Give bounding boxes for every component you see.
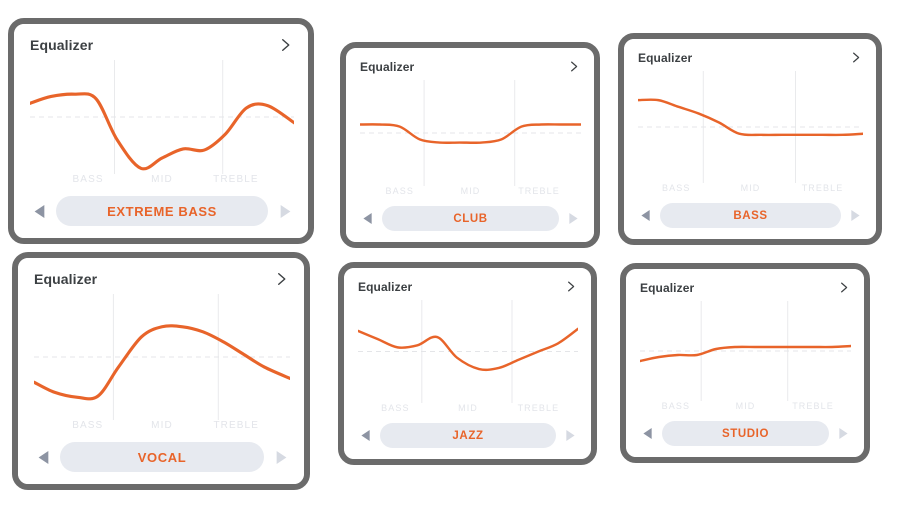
equalizer-card-club[interactable]: Equalizer BASS MID TREBLE CLUB [340,42,600,248]
preset-selector: CLUB [360,206,581,231]
axis-label-mid: MID [151,420,173,431]
axis-label-mid: MID [460,186,481,196]
triangle-right-icon[interactable] [847,203,863,228]
axis-label-mid: MID [458,403,478,413]
eq-curve-graph [34,294,290,420]
chevron-right-icon[interactable] [566,59,581,74]
triangle-right-icon[interactable] [835,421,851,446]
card-title: Equalizer [640,280,695,295]
card-header: Equalizer [358,279,578,294]
axis-label-bass: BASS [385,186,414,196]
axis-label-treble: TREBLE [801,183,844,193]
axis-label-bass: BASS [72,420,104,431]
axis-label-mid: MID [740,183,761,193]
axis-label-mid: MID [151,174,173,185]
preset-selector: STUDIO [640,421,851,446]
triangle-right-icon[interactable] [275,196,294,226]
eq-curve-graph [638,71,863,183]
eq-curve-line [638,98,863,137]
axis-labels: BASS MID TREBLE [30,174,294,192]
axis-label-treble: TREBLE [518,186,560,196]
preset-name-pill[interactable]: VOCAL [60,442,264,472]
preset-name-pill[interactable]: BASS [660,203,841,228]
card-title: Equalizer [30,37,94,53]
triangle-left-icon[interactable] [638,203,654,228]
axis-labels: BASS MID TREBLE [638,183,863,199]
preset-name-pill[interactable]: JAZZ [380,423,556,448]
eq-curve-line [30,92,294,171]
triangle-right-icon[interactable] [565,206,581,231]
axis-label-treble: TREBLE [792,401,834,411]
preset-selector: EXTREME BASS [30,196,294,226]
axis-label-bass: BASS [72,174,104,185]
equalizer-card-studio[interactable]: Equalizer BASS MID TREBLE STUDIO [620,263,870,463]
axis-label-treble: TREBLE [517,403,560,413]
triangle-left-icon[interactable] [640,421,656,446]
card-title: Equalizer [638,50,693,65]
equalizer-card-vocal[interactable]: Equalizer BASS MID TREBLE VOCAL [12,252,310,490]
card-header: Equalizer [638,50,863,65]
triangle-left-icon[interactable] [30,196,49,226]
card-body: Equalizer BASS MID TREBLE VOCAL [18,258,304,484]
axis-labels: BASS MID TREBLE [34,420,290,438]
eq-curve-line [34,324,290,401]
preset-selector: VOCAL [34,442,290,472]
card-title: Equalizer [358,279,413,294]
card-body: Equalizer BASS MID TREBLE BASS [624,39,876,239]
axis-labels: BASS MID TREBLE [640,401,851,417]
axis-labels: BASS MID TREBLE [360,186,581,202]
chevron-right-icon[interactable] [848,50,863,65]
triangle-right-icon[interactable] [562,423,578,448]
preset-name-pill[interactable]: STUDIO [662,421,829,446]
axis-label-treble: TREBLE [213,420,259,431]
eq-curve-graph [360,80,581,186]
preset-selector: BASS [638,203,863,228]
card-body: Equalizer BASS MID TREBLE JAZZ [344,268,591,459]
eq-curve-line [360,123,581,144]
card-header: Equalizer [360,59,581,74]
axis-label-mid: MID [735,401,756,411]
equalizer-card-extreme-bass[interactable]: Equalizer BASS MID TREBLE EXTREME BASS [8,18,314,244]
eq-curve-line [640,344,851,363]
chevron-right-icon[interactable] [272,270,290,288]
card-header: Equalizer [34,270,290,288]
preset-name-pill[interactable]: EXTREME BASS [56,196,268,226]
triangle-left-icon[interactable] [358,423,374,448]
axis-labels: BASS MID TREBLE [358,403,578,419]
card-header: Equalizer [640,280,851,295]
triangle-right-icon[interactable] [271,442,290,472]
axis-label-bass: BASS [381,403,410,413]
equalizer-card-jazz[interactable]: Equalizer BASS MID TREBLE JAZZ [338,262,597,465]
card-body: Equalizer BASS MID TREBLE EXTREME BASS [14,24,308,238]
triangle-left-icon[interactable] [360,206,376,231]
chevron-right-icon[interactable] [563,279,578,294]
eq-curve-graph [358,300,578,403]
preset-selector: JAZZ [358,423,578,448]
chevron-right-icon[interactable] [276,36,294,54]
axis-label-bass: BASS [662,183,691,193]
card-body: Equalizer BASS MID TREBLE STUDIO [626,269,864,457]
card-body: Equalizer BASS MID TREBLE CLUB [346,48,594,242]
eq-curve-line [358,327,578,372]
chevron-right-icon[interactable] [836,280,851,295]
card-header: Equalizer [30,36,294,54]
eq-curve-graph [30,60,294,174]
triangle-left-icon[interactable] [34,442,53,472]
axis-label-bass: BASS [661,401,691,411]
preset-name-pill[interactable]: CLUB [382,206,559,231]
card-title: Equalizer [360,59,415,74]
equalizer-card-bass[interactable]: Equalizer BASS MID TREBLE BASS [618,33,882,245]
axis-label-treble: TREBLE [213,174,259,185]
card-title: Equalizer [34,271,98,287]
eq-curve-graph [640,301,851,401]
